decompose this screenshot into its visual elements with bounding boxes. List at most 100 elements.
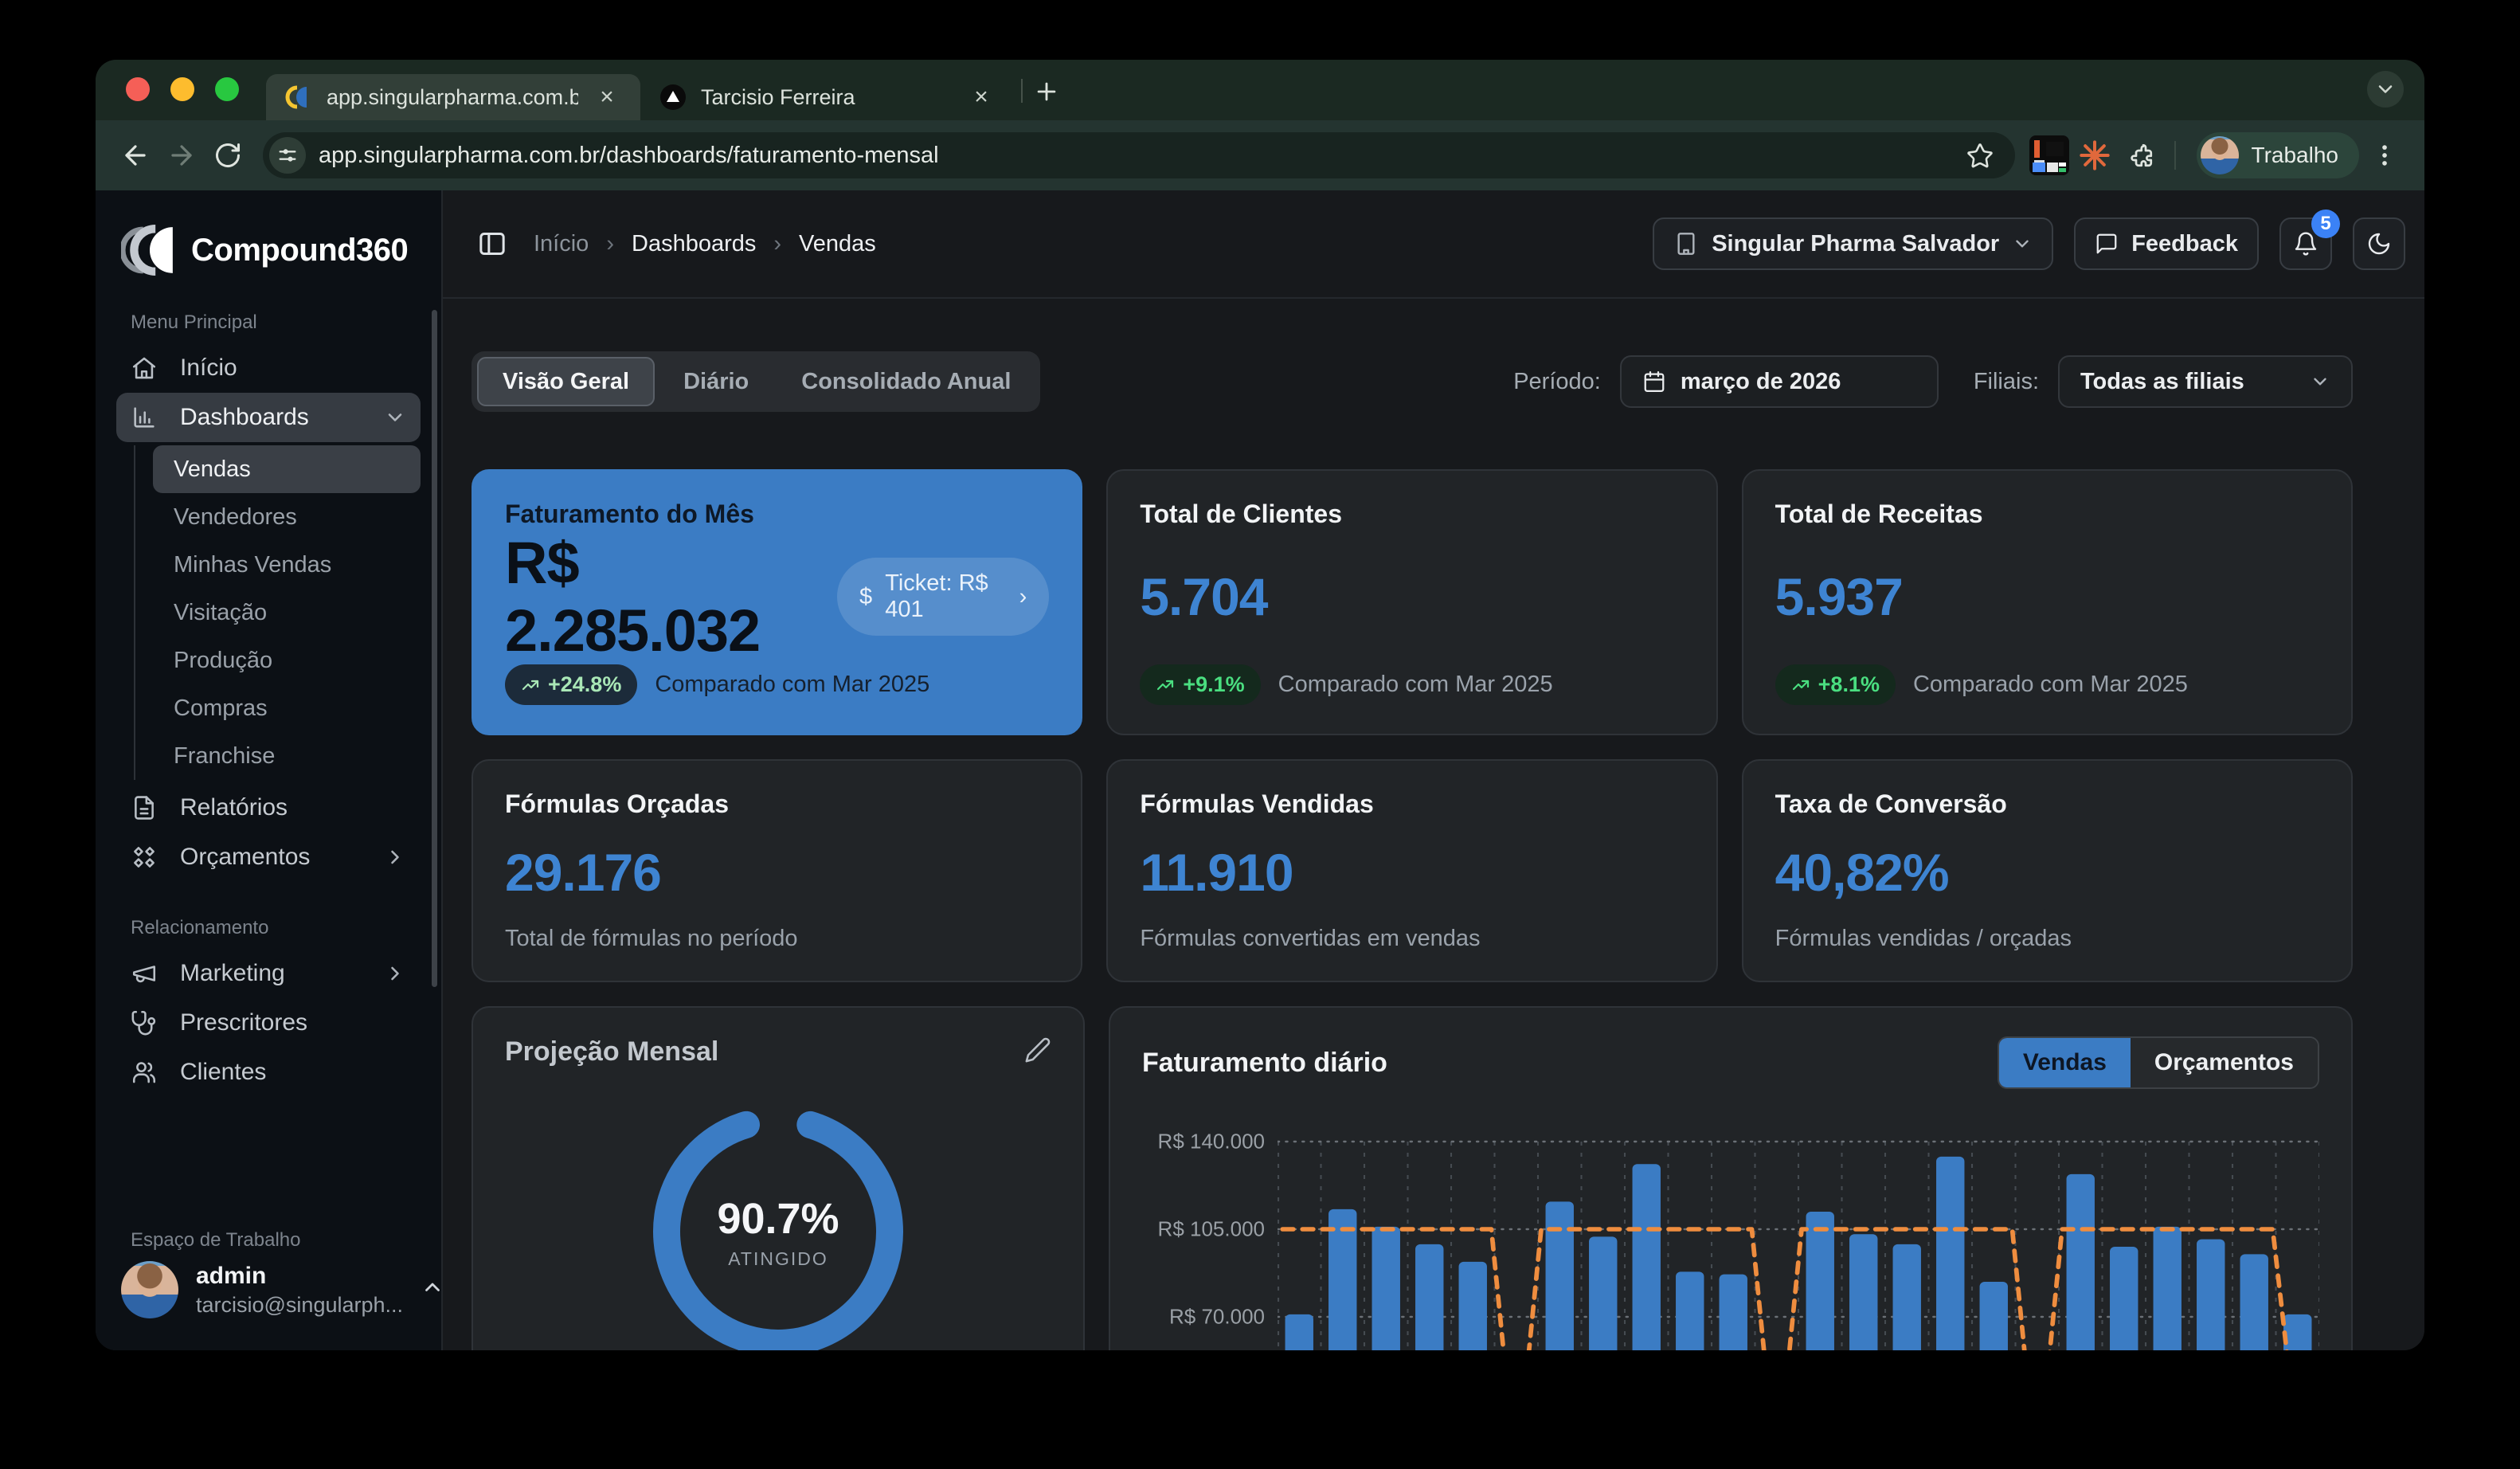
period-picker[interactable]: março de 2026 (1620, 355, 1939, 408)
tab-close-icon[interactable]: × (593, 83, 621, 112)
sidebar-item-prescritores[interactable]: Prescritores (116, 998, 421, 1048)
feedback-button[interactable]: Feedback (2074, 217, 2259, 270)
dark-mode-toggle[interactable] (2353, 217, 2405, 270)
chevron-right-icon: › (606, 231, 614, 257)
edit-pencil-icon[interactable] (1024, 1036, 1051, 1067)
stethoscope-icon (131, 1009, 161, 1036)
report-icon (131, 794, 161, 821)
compound360-logo-icon (121, 224, 180, 276)
user-email: tarcisio@singularph... (196, 1293, 403, 1318)
breadcrumb-item[interactable]: Vendas (799, 231, 876, 257)
address-bar[interactable]: app.singularpharma.com.br/dashboards/fat… (263, 132, 2015, 178)
users-icon (131, 1059, 161, 1086)
projection-card: Projeção Mensal 90.7% ATINGIDO (472, 1006, 1085, 1350)
kpi-title: Taxa de Conversão (1775, 789, 2319, 819)
sidebar-subitem-franchise[interactable]: Franchise (153, 732, 421, 780)
back-icon[interactable] (115, 135, 156, 176)
tab-consolidado-anual[interactable]: Consolidado Anual (777, 357, 1035, 406)
moon-icon (2366, 231, 2392, 257)
sidebar-item-label: Marketing (180, 960, 365, 987)
toolbar-divider (2174, 141, 2176, 170)
breadcrumb-item[interactable]: Dashboards (632, 231, 756, 257)
bookmark-star-icon[interactable] (1959, 135, 2001, 176)
chart-area: R$ 140.000 R$ 105.000 R$ 70.000 (1142, 1130, 2319, 1350)
kpi-card-faturamento-do-mes: Faturamento do Mês R$ 2.285.032$Ticket: … (472, 469, 1082, 735)
sidebar-subitem-minhas-vendas[interactable]: Minhas Vendas (153, 541, 421, 589)
bell-icon (2293, 231, 2318, 257)
site-settings-icon[interactable] (269, 137, 306, 174)
kpi-value: 40,82% (1775, 842, 1949, 903)
kpi-subtitle: Total de fórmulas no período (505, 926, 798, 952)
sidebar-scrollbar[interactable] (432, 310, 437, 987)
profile-avatar (2201, 136, 2239, 174)
ticket-pill[interactable]: $Ticket: R$ 401› (837, 558, 1049, 636)
tab-diario[interactable]: Diário (659, 357, 773, 406)
toggle-orcamentos[interactable]: Orçamentos (2131, 1038, 2318, 1087)
chevron-right-icon (384, 846, 406, 868)
sidebar-subitem-compras[interactable]: Compras (153, 684, 421, 732)
starburst-extension-icon[interactable] (2074, 135, 2115, 176)
sidebar-subitem-vendedores[interactable]: Vendedores (153, 493, 421, 541)
sidebar: Compound360 Menu Principal Início Dashbo… (96, 190, 443, 1350)
branch-select[interactable]: Todas as filiais (2058, 355, 2353, 408)
tab-close-icon[interactable]: × (967, 83, 996, 112)
chevron-right-icon: › (1019, 584, 1027, 610)
shapes-icon (131, 844, 161, 871)
sidebar-item-orcamentos[interactable]: Orçamentos (116, 832, 421, 882)
user-avatar (121, 1261, 178, 1318)
breadcrumb: Início › Dashboards › Vendas (534, 231, 876, 257)
y-axis-tick: R$ 70.000 (1169, 1305, 1265, 1330)
sidebar-item-clientes[interactable]: Clientes (116, 1048, 421, 1097)
browser-profile-chip[interactable]: Trabalho (2197, 132, 2359, 178)
trend-badge: +9.1% (1140, 664, 1260, 705)
org-selector-button[interactable]: Singular Pharma Salvador (1653, 217, 2053, 270)
app-logo-text: Compound360 (191, 233, 408, 268)
sidebar-subitem-visitacao[interactable]: Visitação (153, 589, 421, 637)
zoom-window-button[interactable] (215, 77, 239, 101)
filters-row: Visão Geral Diário Consolidado Anual Per… (472, 351, 2353, 412)
extensions-puzzle-icon[interactable] (2120, 135, 2162, 176)
sidebar-item-dashboards[interactable]: Dashboards (116, 393, 421, 442)
sidebar-section-label: Relacionamento (131, 917, 421, 939)
tab-visao-geral[interactable]: Visão Geral (477, 357, 655, 406)
browser-menu-icon[interactable] (2364, 135, 2405, 176)
calendar-icon (1642, 370, 1666, 394)
url-text: app.singularpharma.com.br/dashboards/fat… (319, 143, 1947, 169)
browser-tab-inactive[interactable]: Tarcisio Ferreira × (640, 74, 1015, 120)
minimize-window-button[interactable] (170, 77, 194, 101)
y-axis-tick: R$ 140.000 (1158, 1130, 1265, 1154)
kpi-title: Total de Receitas (1775, 499, 2319, 529)
sidebar-toggle-icon[interactable] (472, 223, 513, 264)
sidebar-subitem-producao[interactable]: Produção (153, 637, 421, 684)
chart-title: Faturamento diário (1142, 1048, 1387, 1079)
notifications-button[interactable]: 5 (2279, 217, 2332, 270)
workspace-switcher[interactable]: Espaço de Trabalho admin tarcisio@singul… (116, 1194, 421, 1318)
trend-up-icon (521, 676, 540, 695)
bar-chart (1278, 1130, 2319, 1350)
breadcrumb-item[interactable]: Início (534, 231, 589, 257)
sidebar-item-marketing[interactable]: Marketing (116, 949, 421, 998)
sidebar-item-relatorios[interactable]: Relatórios (116, 783, 421, 832)
projection-caption: ATINGIDO (728, 1248, 828, 1270)
sidebar-item-label: Relatórios (180, 794, 406, 821)
y-axis-tick: R$ 105.000 (1158, 1217, 1265, 1242)
sidebar-section-label: Espaço de Trabalho (131, 1229, 421, 1252)
sidebar-item-label: Dashboards (180, 404, 365, 431)
reload-icon[interactable] (207, 135, 248, 176)
new-tab-button[interactable] (1029, 74, 1064, 109)
chevron-right-icon: › (773, 231, 781, 257)
triangle-favicon (659, 84, 687, 111)
forward-icon[interactable] (161, 135, 202, 176)
close-window-button[interactable] (126, 77, 150, 101)
toggle-vendas[interactable]: Vendas (1999, 1038, 2131, 1087)
kpi-title: Fórmulas Vendidas (1140, 789, 1684, 819)
html-to-design-extension-icon[interactable] (2029, 135, 2069, 175)
chevron-down-icon (384, 406, 406, 429)
tab-search-button[interactable] (2367, 71, 2404, 108)
app-logo: Compound360 (116, 214, 421, 276)
message-icon (2095, 232, 2119, 256)
browser-tab-active[interactable]: app.singularpharma.com.br/d × (266, 74, 640, 120)
sidebar-item-inicio[interactable]: Início (116, 343, 421, 393)
sidebar-subitem-vendas[interactable]: Vendas (153, 445, 421, 493)
branch-value: Todas as filiais (2080, 369, 2244, 395)
